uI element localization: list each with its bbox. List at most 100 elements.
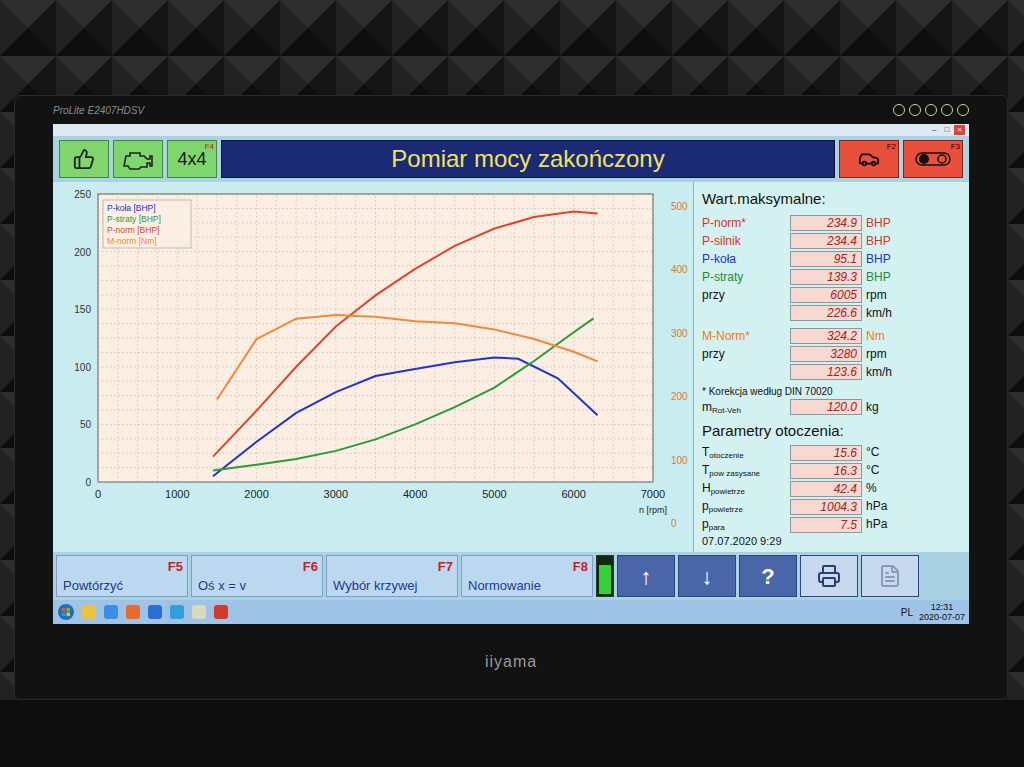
start-icon[interactable] xyxy=(57,603,75,621)
battery-fill xyxy=(599,565,611,594)
status-banner: Pomiar mocy zakończony xyxy=(221,140,835,178)
value-row: Totoczenie15.6°C xyxy=(702,444,961,461)
grid-line xyxy=(98,424,653,425)
toolbar: 4x4F4 Pomiar mocy zakończony F2 F3 xyxy=(53,136,969,182)
legend-item: P-straty [BHP] xyxy=(107,214,161,224)
value-label: Tpow zasysane xyxy=(702,463,786,478)
monitor-buttons xyxy=(893,104,969,116)
status-title: Pomiar mocy zakończony xyxy=(391,141,664,177)
ambient-group: Totoczenie15.6°CTpow zasysane16.3°CHpowi… xyxy=(702,444,961,533)
value-row: przy3280rpm xyxy=(702,346,961,363)
taskbar-app-icon[interactable] xyxy=(213,604,229,620)
grid-line xyxy=(236,194,237,482)
grid-line xyxy=(98,266,653,267)
value-unit: hPa xyxy=(866,499,887,514)
value-row: mRot-Veh120.0kg xyxy=(702,399,961,416)
grid-line xyxy=(98,395,653,396)
chart-panel: 01000200030004000500060007000n [rpm]0501… xyxy=(53,182,693,552)
toolbar-button[interactable]: 4x4F4 xyxy=(167,140,217,178)
timestamp: 07.07.2020 9:29 xyxy=(702,533,961,550)
function-key[interactable]: Oś x = v F6 xyxy=(191,555,323,597)
value-unit: rpm xyxy=(866,288,887,303)
legend-item: P-koła [BHP] xyxy=(107,203,156,213)
function-key-label: Oś x = v xyxy=(198,579,264,593)
x-tick: 6000 xyxy=(561,488,585,500)
y-left-tick: 250 xyxy=(74,189,91,200)
taskbar-app-icon[interactable] xyxy=(191,604,207,620)
max-values-panel: Wart.maksymalne:P-norm*234.9BHPP-silnik2… xyxy=(693,182,969,552)
value-unit: BHP xyxy=(866,252,891,267)
y-left-tick: 150 xyxy=(74,304,91,315)
nav-button[interactable]: ↓ xyxy=(678,555,736,597)
legend-item: P-norm [BHP] xyxy=(107,225,159,235)
y-right-tick: 300 xyxy=(671,328,688,339)
toolbar-button[interactable] xyxy=(59,140,109,178)
panel-title: Wart.maksymalne: xyxy=(702,188,961,211)
bezel-bottom: iiyama xyxy=(53,624,969,699)
window-control[interactable]: × xyxy=(954,125,965,135)
x-tick: 3000 xyxy=(324,488,348,500)
power-group: P-norm*234.9BHPP-silnik234.4BHPP-koła95.… xyxy=(702,215,961,322)
value-box: 234.4 xyxy=(790,233,862,249)
nav-button[interactable] xyxy=(861,555,919,597)
monitor-button[interactable] xyxy=(957,104,969,116)
y-left-tick: 0 xyxy=(85,477,91,488)
grid-line xyxy=(633,194,634,482)
norm-note: * Korekcja według DIN 70020 xyxy=(702,384,961,399)
value-label: mRot-Veh xyxy=(702,400,786,415)
function-bar: Powtórzyć F5 Oś x = v F6 Wybór krzywejF7Norm… xyxy=(53,552,969,600)
x-tick: 7000 xyxy=(641,488,665,500)
function-key[interactable]: Powtórzyć F5 xyxy=(56,555,188,597)
main-area: 01000200030004000500060007000n [rpm]0501… xyxy=(53,182,969,552)
monitor-button[interactable] xyxy=(893,104,905,116)
value-box: 324.2 xyxy=(790,328,862,344)
key-hint: F6 xyxy=(303,557,318,577)
function-key[interactable]: NormowanieF8 xyxy=(461,555,593,597)
legend: P-koła [BHP]P-straty [BHP]P-norm [BHP]M-… xyxy=(103,200,191,248)
value-row: 123.6km/h xyxy=(702,364,961,381)
toolbar-button[interactable] xyxy=(113,140,163,178)
window-control[interactable]: □ xyxy=(941,125,952,135)
window-control[interactable]: – xyxy=(929,125,939,135)
grid-line xyxy=(98,352,653,353)
nav-button[interactable]: ↑ xyxy=(617,555,675,597)
value-unit: rpm xyxy=(866,347,887,362)
taskbar-app-icon[interactable] xyxy=(103,604,119,620)
value-box: 42.4 xyxy=(790,481,862,497)
value-unit: °C xyxy=(866,445,879,460)
value-box: 226.6 xyxy=(790,305,862,321)
value-label: przy xyxy=(702,288,786,303)
taskbar-app-icon[interactable] xyxy=(147,604,163,620)
language-indicator[interactable]: PL xyxy=(901,605,913,620)
nav-button[interactable] xyxy=(800,555,858,597)
toolbar-button[interactable]: F3 xyxy=(903,140,963,178)
monitor-button[interactable] xyxy=(909,104,921,116)
nav-button[interactable]: ? xyxy=(739,555,797,597)
x-tick: 2000 xyxy=(244,488,268,500)
taskbar-app-icon[interactable] xyxy=(81,604,97,620)
car-icon xyxy=(858,148,880,170)
value-box: 6005 xyxy=(790,287,862,303)
value-box: 3280 xyxy=(790,346,862,362)
clock[interactable]: 12:312020-07-07 xyxy=(919,602,965,622)
monitor-button[interactable] xyxy=(941,104,953,116)
monitor-button[interactable] xyxy=(925,104,937,116)
x-axis-label: n [rpm] xyxy=(639,505,667,515)
key-hint: F5 xyxy=(168,557,183,577)
screen: –□×4x4F4Pomiar mocy zakończonyF2F3010002… xyxy=(53,124,969,624)
key-hint: F2 xyxy=(887,141,896,153)
function-key[interactable]: Wybór krzywejF7 xyxy=(326,555,458,597)
window-title-bar: –□× xyxy=(53,124,969,136)
taskbar-app-icon[interactable] xyxy=(169,604,185,620)
function-key-label: Powtórzyć xyxy=(63,579,141,593)
key-hint: F3 xyxy=(951,141,960,153)
power-chart: 01000200030004000500060007000n [rpm]0501… xyxy=(53,182,693,552)
grid-line xyxy=(613,194,614,482)
x-tick: 0 xyxy=(95,488,101,500)
toolbar-button[interactable]: F2 xyxy=(839,140,899,178)
series-line xyxy=(213,358,598,477)
value-unit: °C xyxy=(866,463,879,478)
taskbar-app-icon[interactable] xyxy=(125,604,141,620)
brand-logo: iiyama xyxy=(485,650,537,674)
grid-line xyxy=(98,467,653,468)
